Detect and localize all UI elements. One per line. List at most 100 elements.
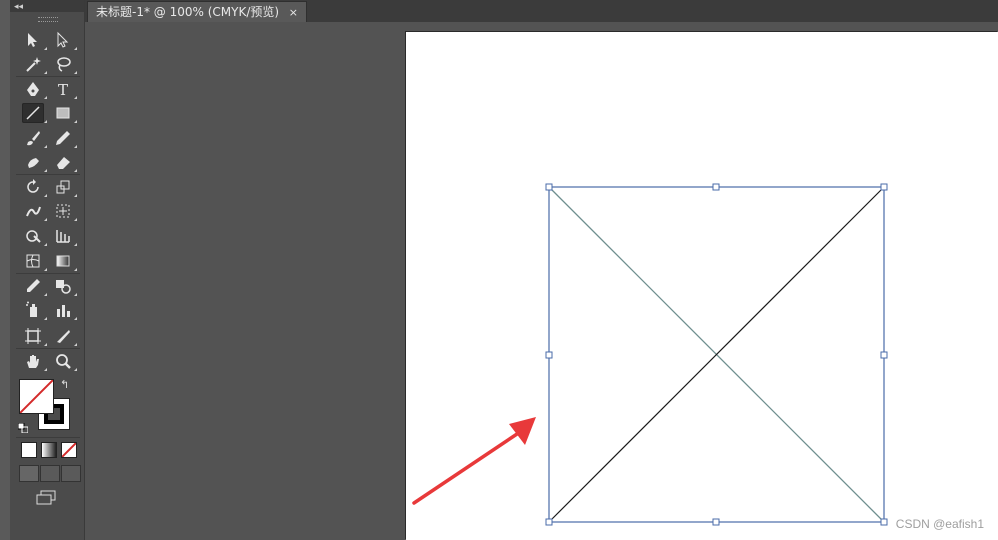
none-fill-icon bbox=[20, 380, 53, 413]
rectangle-tool-button[interactable] bbox=[52, 103, 77, 123]
symbol-sprayer-tool-button[interactable] bbox=[22, 300, 47, 320]
document-tab[interactable]: 未标题-1* @ 100% (CMYK/预览) × bbox=[87, 1, 307, 23]
zoom-tool-button[interactable] bbox=[52, 351, 77, 371]
separator bbox=[16, 273, 80, 274]
default-fill-stroke-icon[interactable] bbox=[17, 420, 29, 434]
pen-tool-button[interactable] bbox=[22, 79, 47, 99]
document-tab-bar: 未标题-1* @ 100% (CMYK/预览) × bbox=[85, 0, 998, 23]
close-tab-button[interactable]: × bbox=[289, 2, 298, 23]
lasso-tool-button[interactable] bbox=[52, 54, 77, 74]
rotate-tool-icon bbox=[27, 179, 39, 193]
illustrator-window: ◂◂ T ↰ 未标题-1* @ 100% (CMYK/预览) × CSDN @e… bbox=[0, 0, 998, 540]
artboard-tool-button[interactable] bbox=[22, 326, 47, 346]
separator bbox=[16, 437, 80, 438]
flyout-indicator bbox=[74, 96, 77, 99]
none-mode-button[interactable] bbox=[61, 442, 77, 458]
flyout-indicator bbox=[74, 293, 77, 296]
flyout-indicator bbox=[44, 243, 47, 246]
flyout-indicator bbox=[44, 71, 47, 74]
artboard-tool-icon bbox=[25, 328, 41, 344]
selection-tool-icon bbox=[28, 33, 37, 47]
flyout-indicator bbox=[44, 96, 47, 99]
perspective-grid-tool-button[interactable] bbox=[52, 226, 77, 246]
scale-tool-button[interactable] bbox=[52, 177, 77, 197]
gradient-mode-button[interactable] bbox=[41, 442, 57, 458]
free-transform-tool-icon bbox=[56, 204, 70, 218]
flyout-indicator bbox=[74, 218, 77, 221]
line-segment-tool-button[interactable] bbox=[22, 103, 47, 123]
fill-swatch-front[interactable] bbox=[19, 379, 54, 414]
flyout-indicator bbox=[74, 243, 77, 246]
shape-builder-tool-button[interactable] bbox=[22, 226, 47, 246]
artboard[interactable] bbox=[406, 32, 998, 540]
hand-tool-icon bbox=[27, 355, 39, 368]
collapse-panel-button[interactable]: ◂◂ bbox=[14, 1, 28, 11]
draw-behind-button[interactable] bbox=[40, 465, 60, 482]
panel-left-strip bbox=[0, 0, 10, 540]
shape-builder-tool-icon bbox=[26, 230, 41, 243]
paintbrush-tool-button[interactable] bbox=[22, 128, 47, 148]
magic-wand-tool-icon bbox=[26, 57, 41, 72]
separator bbox=[16, 174, 80, 175]
eraser-tool-button[interactable] bbox=[52, 152, 77, 172]
tools-panel-header: ◂◂ bbox=[0, 0, 84, 12]
separator bbox=[16, 348, 80, 349]
direct-selection-tool-button[interactable] bbox=[52, 30, 77, 50]
scale-tool-icon bbox=[56, 180, 70, 194]
document-tab-title: 未标题-1* @ 100% (CMYK/预览) bbox=[96, 5, 280, 19]
flyout-indicator bbox=[74, 145, 77, 148]
flyout-indicator bbox=[44, 120, 47, 123]
flyout-indicator bbox=[74, 368, 77, 371]
blend-tool-icon bbox=[56, 280, 71, 294]
type-tool-icon: T bbox=[58, 81, 68, 98]
pencil-tool-icon bbox=[56, 131, 70, 145]
selection-tool-button[interactable] bbox=[22, 30, 47, 50]
zoom-tool-icon bbox=[56, 354, 71, 369]
eyedropper-tool-button[interactable] bbox=[22, 276, 47, 296]
screen-mode-button[interactable] bbox=[35, 490, 57, 506]
blend-tool-button[interactable] bbox=[52, 276, 77, 296]
column-graph-tool-icon bbox=[57, 305, 70, 317]
magic-wand-tool-button[interactable] bbox=[22, 54, 47, 74]
flyout-indicator bbox=[74, 71, 77, 74]
mesh-tool-icon bbox=[26, 254, 40, 268]
watermark: CSDN @eafish1 bbox=[895, 517, 984, 531]
flyout-indicator bbox=[44, 268, 47, 271]
free-transform-tool-button[interactable] bbox=[52, 201, 77, 221]
lasso-tool-icon bbox=[57, 57, 71, 72]
slice-tool-icon bbox=[57, 330, 70, 343]
flyout-indicator bbox=[44, 169, 47, 172]
screen-mode-icon bbox=[36, 490, 56, 505]
mesh-tool-button[interactable] bbox=[22, 251, 47, 271]
slice-tool-button[interactable] bbox=[52, 326, 77, 346]
warp-tool-icon bbox=[26, 206, 41, 217]
flyout-indicator bbox=[74, 268, 77, 271]
pen-tool-icon bbox=[27, 82, 39, 96]
color-mode-button[interactable] bbox=[21, 442, 37, 458]
flyout-indicator bbox=[74, 169, 77, 172]
hand-tool-button[interactable] bbox=[22, 351, 47, 371]
panel-grip[interactable] bbox=[38, 17, 58, 22]
column-graph-tool-button[interactable] bbox=[52, 300, 77, 320]
draw-normal-button[interactable] bbox=[19, 465, 39, 482]
gradient-tool-button[interactable] bbox=[52, 251, 77, 271]
symbol-sprayer-tool-icon bbox=[26, 301, 37, 317]
rotate-tool-button[interactable] bbox=[22, 177, 47, 197]
flyout-indicator bbox=[74, 47, 77, 50]
flyout-indicator bbox=[74, 317, 77, 320]
blob-brush-tool-button[interactable] bbox=[22, 152, 47, 172]
draw-inside-button[interactable] bbox=[61, 465, 81, 482]
flyout-indicator bbox=[44, 368, 47, 371]
eyedropper-tool-icon bbox=[27, 279, 40, 292]
flyout-indicator bbox=[74, 194, 77, 197]
pencil-tool-button[interactable] bbox=[52, 128, 77, 148]
flyout-indicator bbox=[44, 47, 47, 50]
eraser-tool-icon bbox=[57, 157, 70, 169]
svg-text:T: T bbox=[58, 81, 68, 98]
flyout-indicator bbox=[74, 343, 77, 346]
flyout-indicator bbox=[44, 343, 47, 346]
perspective-grid-tool-icon bbox=[56, 230, 70, 243]
swap-fill-stroke-icon[interactable]: ↰ bbox=[60, 378, 69, 391]
type-tool-button[interactable]: T bbox=[52, 79, 77, 99]
warp-tool-button[interactable] bbox=[22, 201, 47, 221]
